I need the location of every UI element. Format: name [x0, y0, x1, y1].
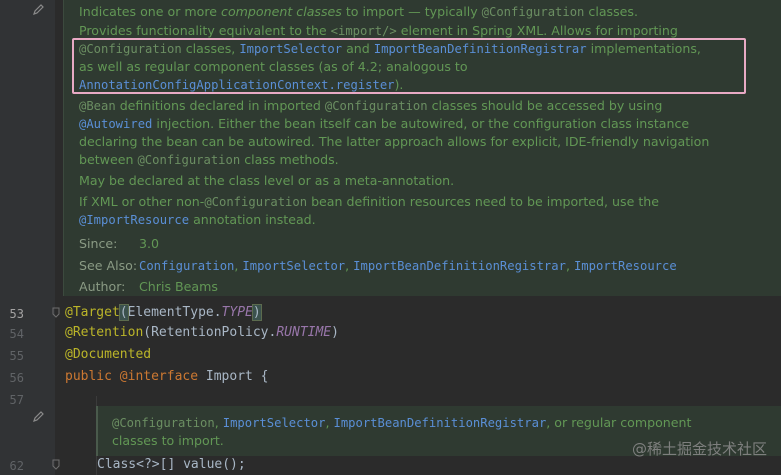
doc-line: @ImportResource annotation instead.: [79, 212, 316, 227]
fold-marker-icon[interactable]: [51, 307, 61, 319]
fold-marker-icon[interactable]: [51, 459, 61, 471]
edit-doc-pencil-icon[interactable]: [31, 410, 45, 424]
see-also-link-import-resource[interactable]: ImportResource: [574, 259, 677, 273]
doc-line: between @Configuration class methods.: [79, 152, 339, 167]
code-line-56[interactable]: public @interface Import {: [65, 366, 269, 388]
line-number: 55: [9, 349, 24, 363]
doc2-line: classes to import.: [112, 433, 224, 448]
edit-doc-pencil-icon[interactable]: [31, 3, 45, 17]
code-line-53[interactable]: @Target(ElementType.TYPE): [65, 302, 262, 324]
author-value: Chris Beams: [139, 279, 218, 294]
author-label: Author:: [79, 279, 126, 294]
doc-line: May be declared at the class level or as…: [79, 173, 455, 188]
see-also-link-import-bean-definition-registrar[interactable]: ImportBeanDefinitionRegistrar: [353, 259, 566, 273]
doc-see-also: See Also: Configuration, ImportSelector, …: [79, 258, 677, 273]
since-value: 3.0: [139, 236, 160, 251]
code-line-55[interactable]: @Documented: [65, 344, 151, 366]
doc2-line: @Configuration, ImportSelector, ImportBe…: [112, 415, 692, 430]
highlight-annotation-box: [72, 38, 746, 94]
line-number: 57: [9, 393, 24, 407]
link-autowired[interactable]: @Autowired: [79, 117, 152, 131]
see-also-label: See Also:: [79, 258, 138, 273]
doc-line: If XML or other non-@Configuration bean …: [79, 194, 659, 209]
doc-line: declaring the bean can be autowired. The…: [79, 134, 710, 149]
doc-since: Since: 3.0: [79, 235, 159, 253]
see-also-link-import-selector[interactable]: ImportSelector: [242, 259, 345, 273]
link-import-bean-definition-registrar[interactable]: ImportBeanDefinitionRegistrar: [334, 416, 547, 430]
doc-author: Author: Chris Beams: [79, 278, 218, 296]
line-number: 54: [9, 327, 24, 341]
doc-line: Indicates one or more component classes …: [79, 4, 638, 19]
see-also-link-configuration[interactable]: Configuration: [139, 259, 234, 273]
link-import-selector[interactable]: ImportSelector: [223, 416, 326, 430]
code-line-62[interactable]: Class<?>[] value();: [97, 454, 246, 475]
link-import-resource[interactable]: @ImportResource: [79, 213, 189, 227]
fold-column: [52, 0, 63, 475]
doc-line: @Bean definitions declared in imported @…: [79, 98, 663, 113]
doc-line: @Autowired injection. Either the bean it…: [79, 116, 690, 131]
since-label: Since:: [79, 236, 118, 251]
editor-gutter: 53 54 55 56 57 62: [0, 0, 56, 475]
code-line-54[interactable]: @Retention(RetentionPolicy.RUNTIME): [65, 322, 339, 344]
line-number: 53: [9, 307, 24, 321]
line-number: 62: [9, 459, 24, 473]
line-number: 56: [9, 371, 24, 385]
watermark: @稀土掘金技术社区: [631, 440, 767, 458]
